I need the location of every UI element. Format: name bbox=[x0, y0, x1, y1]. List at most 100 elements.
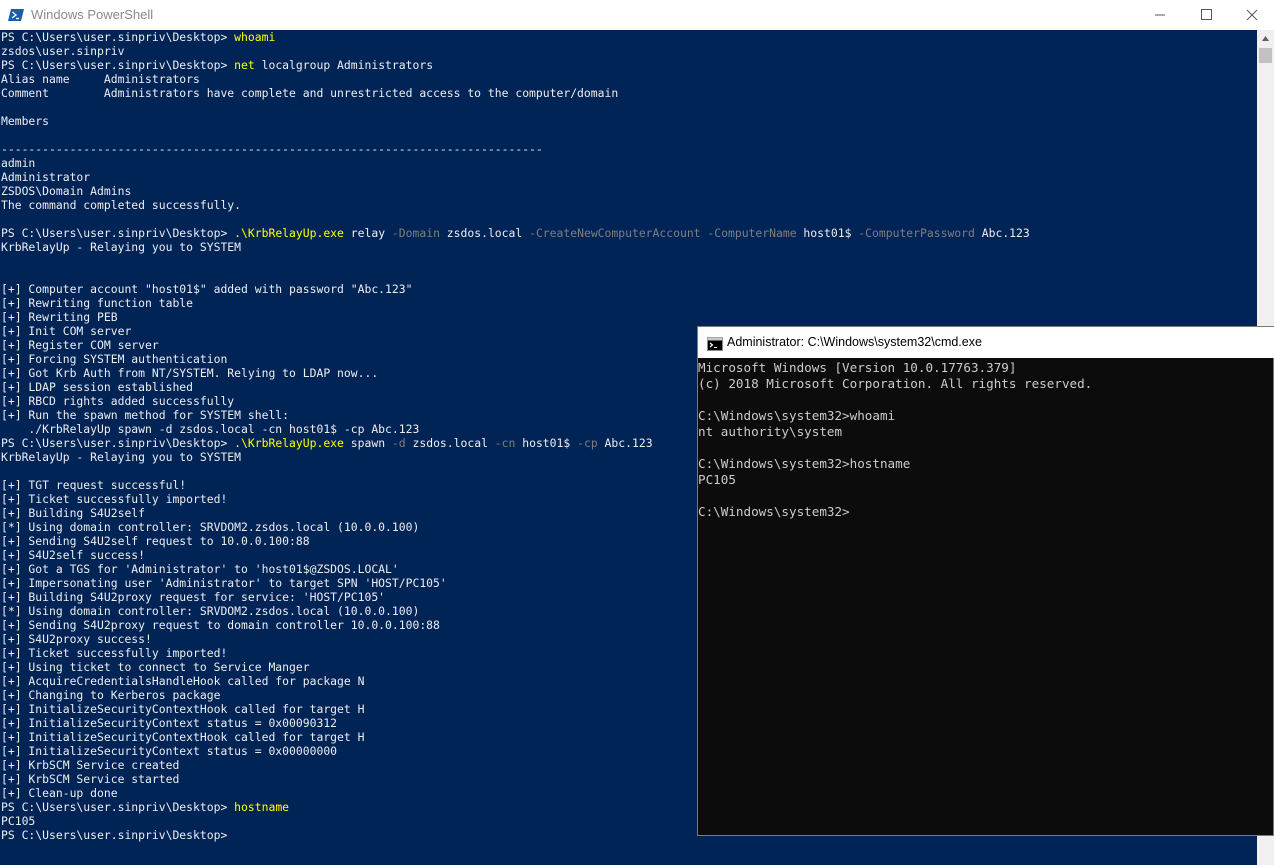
cmd-title-bar[interactable]: Administrator: C:\Windows\system32\cmd.e… bbox=[698, 327, 1274, 358]
console-text: spawn bbox=[343, 436, 392, 450]
console-text: zsdos.local bbox=[405, 436, 495, 450]
console-text: [+] InitializeSecurityContext status = 0… bbox=[1, 744, 338, 758]
console-text: ----------------------------------------… bbox=[1, 142, 543, 156]
console-text: Comment Administrators have complete and… bbox=[1, 86, 619, 100]
console-text: [+] Run the spawn method for SYSTEM shel… bbox=[1, 408, 290, 422]
scroll-up-button[interactable] bbox=[1257, 30, 1274, 47]
parameter-token: -Domain bbox=[391, 226, 440, 240]
console-text: localgroup Administrators bbox=[254, 58, 434, 72]
console-text: PS C:\Users\user.sinpriv\Desktop> bbox=[1, 800, 235, 814]
console-text: [+] Sending S4U2proxy request to domain … bbox=[1, 618, 440, 632]
console-text: ZSDOS\Domain Admins bbox=[1, 184, 132, 198]
command-token: net bbox=[234, 58, 255, 72]
maximize-button[interactable] bbox=[1183, 0, 1229, 30]
console-text: zsdos\user.sinpriv bbox=[1, 44, 125, 58]
console-text: [+] Using ticket to connect to Service M… bbox=[1, 660, 310, 674]
cmd-console-line bbox=[698, 488, 1274, 504]
cmd-console-line bbox=[698, 392, 1274, 408]
console-text: The command completed successfully. bbox=[1, 198, 242, 212]
console-text: [+] KrbSCM Service created bbox=[1, 758, 180, 772]
console-text: [+] Sending S4U2self request to 10.0.0.1… bbox=[1, 534, 310, 548]
console-text: [+] Ticket successfully imported! bbox=[1, 492, 228, 506]
close-icon bbox=[1246, 9, 1258, 21]
console-text: PS C:\Users\user.sinpriv\Desktop> bbox=[1, 226, 235, 240]
console-text: [+] InitializeSecurityContext status = 0… bbox=[1, 716, 338, 730]
console-line: zsdos\user.sinpriv bbox=[1, 44, 1257, 58]
console-text: [+] LDAP session established bbox=[1, 380, 194, 394]
console-line: KrbRelayUp - Relaying you to SYSTEM bbox=[1, 240, 1257, 254]
console-line: Administrator bbox=[1, 170, 1257, 184]
cmd-console-line: Microsoft Windows [Version 10.0.17763.37… bbox=[698, 360, 1017, 375]
console-text: zsdos.local bbox=[439, 226, 530, 240]
cmd-console-line: C:\Windows\system32> bbox=[698, 504, 850, 519]
console-text: [+] Ticket successfully imported! bbox=[1, 646, 228, 660]
console-text: [+] Changing to Kerberos package bbox=[1, 688, 221, 702]
parameter-token: -ComputerPassword bbox=[858, 226, 975, 240]
console-text: host01$ bbox=[515, 436, 578, 450]
cmd-window-title: Administrator: C:\Windows\system32\cmd.e… bbox=[727, 335, 982, 349]
console-text: [+] Init COM server bbox=[1, 324, 132, 338]
close-button[interactable] bbox=[1229, 0, 1274, 30]
parameter-token: -CreateNewComputerAccount bbox=[529, 226, 701, 240]
minimize-button[interactable] bbox=[1137, 0, 1183, 30]
console-line: [+] Rewriting function table bbox=[1, 296, 1257, 310]
console-text: Abc.123 bbox=[974, 226, 1030, 240]
console-text: [+] Forcing SYSTEM authentication bbox=[1, 352, 228, 366]
cmd-console-line: C:\Windows\system32>whoami bbox=[698, 408, 896, 423]
console-text: [+] Got Krb Auth from NT/SYSTEM. Relying… bbox=[1, 366, 379, 380]
scrollbar-thumb[interactable] bbox=[1259, 48, 1272, 63]
console-text: [+] RBCD rights added successfully bbox=[1, 394, 235, 408]
command-token: .\KrbRelayUp.exe bbox=[234, 226, 344, 240]
console-line: [+] Rewriting PEB bbox=[1, 310, 1257, 324]
console-line: [+] Computer account "host01$" added wit… bbox=[1, 282, 1257, 296]
cmd-console-line bbox=[698, 440, 1274, 456]
console-line: The command completed successfully. bbox=[1, 198, 1257, 212]
console-text: [+] Building S4U2self bbox=[1, 506, 146, 520]
console-line: Members bbox=[1, 114, 1257, 128]
powershell-title-bar[interactable]: Windows PowerShell bbox=[0, 0, 1274, 30]
console-text: Abc.123 bbox=[597, 436, 653, 450]
console-line: PS C:\Users\user.sinpriv\Desktop> whoami bbox=[1, 30, 1257, 44]
console-text: PS C:\Users\user.sinpriv\Desktop> bbox=[1, 436, 235, 450]
console-text: ./KrbRelayUp spawn -d zsdos.local -cn ho… bbox=[1, 422, 420, 436]
console-text: KrbRelayUp - Relaying you to SYSTEM bbox=[1, 450, 242, 464]
console-text: Members bbox=[1, 114, 50, 128]
console-line: Comment Administrators have complete and… bbox=[1, 86, 1257, 100]
console-line: ----------------------------------------… bbox=[1, 142, 1257, 156]
parameter-token: -d bbox=[391, 436, 406, 450]
console-text: [+] Got a TGS for 'Administrator' to 'ho… bbox=[1, 562, 399, 576]
console-line: Alias name Administrators bbox=[1, 72, 1257, 86]
cmd-console-line: (c) 2018 Microsoft Corporation. All righ… bbox=[698, 376, 1093, 391]
console-text: [+] Computer account "host01$" added wit… bbox=[1, 282, 413, 296]
command-token: .\KrbRelayUp.exe bbox=[234, 436, 344, 450]
parameter-token: -cn bbox=[494, 436, 516, 450]
console-text: PC105 bbox=[1, 814, 36, 828]
scroll-up-arrow-icon bbox=[1262, 36, 1269, 41]
console-line: PS C:\Users\user.sinpriv\Desktop> .\KrbR… bbox=[1, 226, 1257, 240]
console-text: [+] S4U2self success! bbox=[1, 548, 146, 562]
console-text: host01$ bbox=[796, 226, 859, 240]
console-text: admin bbox=[1, 156, 36, 170]
minimize-icon bbox=[1155, 14, 1165, 16]
console-text: [+] InitializeSecurityContextHook called… bbox=[1, 702, 365, 716]
cmd-window: Administrator: C:\Windows\system32\cmd.e… bbox=[697, 326, 1274, 836]
console-line: ZSDOS\Domain Admins bbox=[1, 184, 1257, 198]
cmd-console-line: PC105 bbox=[698, 472, 736, 487]
powershell-window-title: Windows PowerShell bbox=[31, 7, 154, 22]
console-text: [*] Using domain controller: SRVDOM2.zsd… bbox=[1, 604, 420, 618]
powershell-icon bbox=[8, 7, 24, 23]
console-text: [+] S4U2proxy success! bbox=[1, 632, 152, 646]
console-text: [+] Building S4U2proxy request for servi… bbox=[1, 590, 386, 604]
console-text: relay bbox=[343, 226, 392, 240]
console-text: [+] TGT request successful! bbox=[1, 478, 187, 492]
console-text: [*] Using domain controller: SRVDOM2.zsd… bbox=[1, 520, 420, 534]
console-text: [+] Clean-up done bbox=[1, 786, 118, 800]
command-token: hostname bbox=[234, 800, 290, 814]
console-text: [+] AcquireCredentialsHandleHook called … bbox=[1, 674, 365, 688]
cmd-console-output[interactable]: Microsoft Windows [Version 10.0.17763.37… bbox=[698, 360, 1274, 836]
console-text: KrbRelayUp - Relaying you to SYSTEM bbox=[1, 240, 242, 254]
